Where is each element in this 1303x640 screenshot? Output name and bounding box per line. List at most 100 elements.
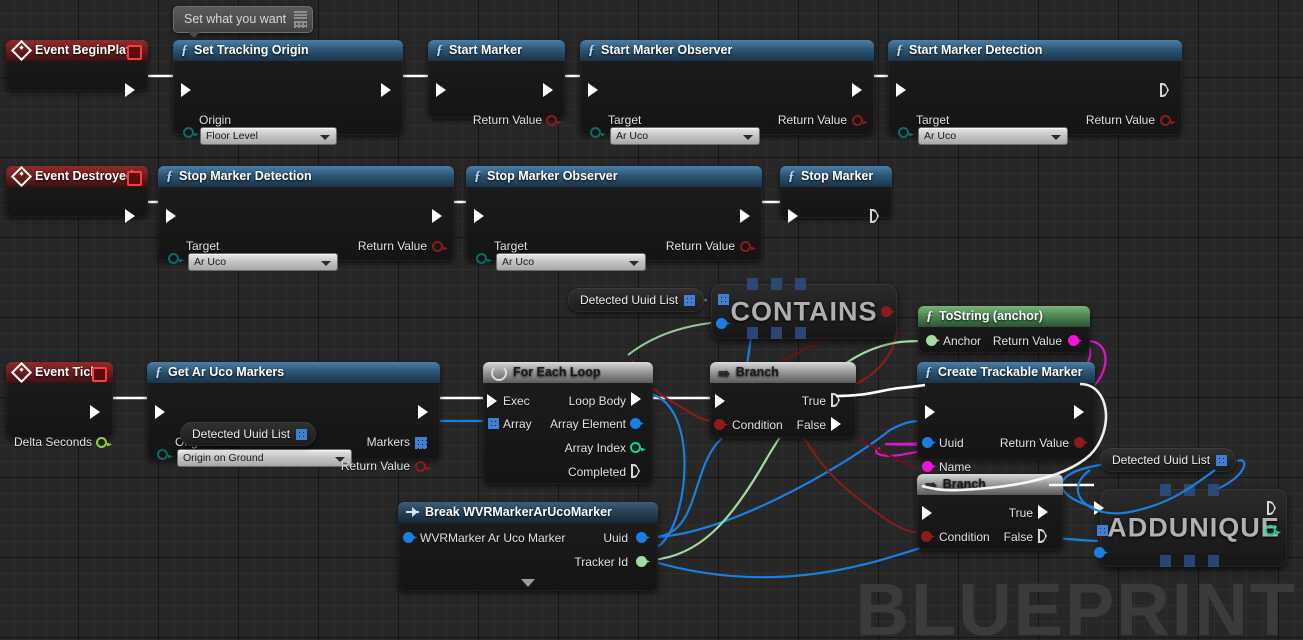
node-branch-1[interactable]: ⇛ Branch Condition True False — [710, 362, 856, 438]
markers-out-pin[interactable] — [415, 437, 427, 449]
variable-detected-uuid-list-3[interactable]: Detected Uuid List — [1100, 448, 1237, 472]
return-value-out-pin[interactable] — [852, 115, 863, 126]
struct-in-pin[interactable] — [403, 532, 414, 543]
node-event-tick[interactable]: Event Tick Delta Seconds — [6, 362, 113, 449]
node-set-tracking-origin[interactable]: ƒ Set Tracking Origin Origin Floor Level — [173, 40, 403, 145]
item-in-pin[interactable] — [716, 318, 727, 329]
exec-in-pin[interactable] — [788, 209, 798, 223]
true-out-pin[interactable] — [831, 393, 840, 407]
node-break-wvrmarker-aruco[interactable]: Break WVRMarkerArUcoMarker WVRMarker Ar … — [398, 502, 658, 591]
return-value-out-pin[interactable] — [1160, 115, 1171, 126]
loop-body-out-pin[interactable] — [631, 392, 641, 406]
exec-in-pin[interactable] — [588, 83, 598, 97]
exec-in-pin[interactable] — [155, 405, 165, 419]
array-pin-icon[interactable] — [296, 429, 308, 440]
exec-in-pin[interactable] — [181, 83, 191, 97]
array-pin-icon[interactable] — [1216, 455, 1228, 466]
return-value-out-pin[interactable] — [1074, 437, 1085, 448]
node-stop-marker-observer[interactable]: ƒ Stop Marker Observer Target Ar Uco Ret… — [466, 166, 762, 271]
node-event-destroyed[interactable]: Event Destroyed — [6, 166, 148, 223]
return-value-out-pin[interactable] — [415, 461, 426, 472]
node-contains[interactable]: CONTAINS — [711, 278, 897, 339]
false-out-pin[interactable] — [1038, 529, 1047, 543]
node-stop-marker[interactable]: ƒ Stop Marker — [780, 166, 892, 223]
node-start-marker[interactable]: ƒ Start Marker Return Value — [428, 40, 565, 127]
target-in-pin[interactable] — [476, 253, 487, 264]
blueprint-graph-canvas[interactable]: Event BeginPlay Set what you want ƒ Set … — [0, 0, 1303, 640]
target-combo[interactable]: Ar Uco — [610, 127, 760, 145]
return-value-out-pin[interactable] — [881, 306, 892, 317]
exec-out-pin[interactable] — [740, 209, 750, 223]
name-in-pin[interactable] — [922, 461, 933, 472]
exec-in-pin[interactable] — [474, 209, 484, 223]
return-value-out-pin[interactable] — [740, 241, 751, 252]
variable-detected-uuid-list-2[interactable]: Detected Uuid List — [568, 288, 705, 312]
node-event-begin-play[interactable]: Event BeginPlay — [6, 40, 148, 97]
node-tostring-anchor[interactable]: ƒ ToString (anchor) Anchor Return Value — [918, 306, 1090, 353]
node-for-each-loop[interactable]: For Each Loop Exec Array Loop Body Array… — [483, 362, 653, 484]
variable-detected-uuid-list-1[interactable]: Detected Uuid List — [180, 422, 317, 446]
array-in-pin[interactable] — [488, 418, 499, 429]
target-combo[interactable]: Ar Uco — [188, 253, 338, 271]
target-array-in-pin[interactable] — [718, 294, 729, 305]
false-out-pin[interactable] — [831, 417, 841, 431]
exec-out-pin[interactable] — [870, 209, 879, 223]
target-combo[interactable]: Ar Uco — [918, 127, 1068, 145]
node-title: Branch — [942, 477, 986, 491]
delta-seconds-out-pin[interactable] — [96, 437, 107, 448]
node-stop-marker-detection[interactable]: ƒ Stop Marker Detection Target Ar Uco Re… — [158, 166, 454, 271]
node-start-marker-observer[interactable]: ƒ Start Marker Observer Target Ar Uco Re… — [580, 40, 874, 145]
exec-out-pin[interactable] — [852, 83, 862, 97]
exec-out-pin[interactable] — [418, 405, 428, 419]
new-item-in-pin[interactable] — [1094, 547, 1105, 558]
origin-in-pin[interactable] — [183, 127, 194, 138]
target-combo[interactable]: Ar Uco — [496, 253, 646, 271]
exec-out-pin[interactable] — [90, 405, 100, 419]
completed-out-pin[interactable] — [631, 464, 640, 478]
tracker-id-out-pin[interactable] — [636, 556, 647, 567]
exec-out-pin[interactable] — [1074, 405, 1084, 419]
function-f-icon: ƒ — [588, 42, 595, 58]
exec-in-pin[interactable] — [715, 394, 725, 408]
array-index-out-pin[interactable] — [630, 442, 641, 453]
uuid-out-pin[interactable] — [636, 532, 647, 543]
exec-in-pin[interactable] — [925, 405, 935, 419]
array-pin-icon[interactable] — [684, 295, 696, 306]
target-in-pin[interactable] — [168, 253, 179, 264]
exec-in-pin[interactable] — [922, 506, 932, 520]
exec-in-pin[interactable] — [166, 209, 176, 223]
exec-in-pin[interactable] — [896, 83, 906, 97]
target-in-pin[interactable] — [898, 127, 909, 138]
origin-model-in-pin[interactable] — [157, 449, 168, 460]
exec-out-pin[interactable] — [381, 83, 391, 97]
anchor-in-pin[interactable] — [926, 335, 937, 346]
exec-in-pin[interactable] — [1094, 501, 1104, 515]
exec-out-pin[interactable] — [432, 209, 442, 223]
uuid-in-pin[interactable] — [922, 437, 933, 448]
return-value-out-pin[interactable] — [546, 115, 557, 126]
pin-label-target: Target — [608, 113, 642, 127]
target-array-in-pin[interactable] — [1097, 525, 1108, 536]
array-element-out-pin[interactable] — [630, 418, 641, 429]
node-addunique[interactable]: ADDUNIQUE — [1094, 484, 1287, 567]
chevron-down-icon[interactable] — [521, 579, 535, 587]
true-out-pin[interactable] — [1038, 505, 1048, 519]
condition-in-pin[interactable] — [921, 531, 932, 542]
return-value-out-pin[interactable] — [432, 241, 443, 252]
return-value-out-pin[interactable] — [1265, 525, 1276, 536]
exec-in-pin[interactable] — [487, 394, 497, 408]
exec-out-pin[interactable] — [1160, 83, 1169, 97]
exec-out-pin[interactable] — [125, 83, 135, 97]
return-value-out-pin[interactable] — [1068, 335, 1079, 346]
exec-out-pin[interactable] — [125, 209, 135, 223]
exec-in-pin[interactable] — [436, 83, 446, 97]
target-in-pin[interactable] — [590, 127, 601, 138]
node-branch-2[interactable]: ⇛ Branch Condition True False — [917, 474, 1063, 550]
node-create-trackable-marker[interactable]: ƒ Create Trackable Marker Uuid Name Retu… — [917, 362, 1095, 474]
node-header: ƒ Stop Marker — [780, 166, 892, 187]
origin-combo[interactable]: Floor Level — [200, 127, 337, 145]
function-f-icon: ƒ — [896, 42, 903, 58]
condition-in-pin[interactable] — [714, 419, 725, 430]
exec-out-pin[interactable] — [543, 83, 553, 97]
node-start-marker-detection[interactable]: ƒ Start Marker Detection Target Ar Uco R… — [888, 40, 1182, 145]
